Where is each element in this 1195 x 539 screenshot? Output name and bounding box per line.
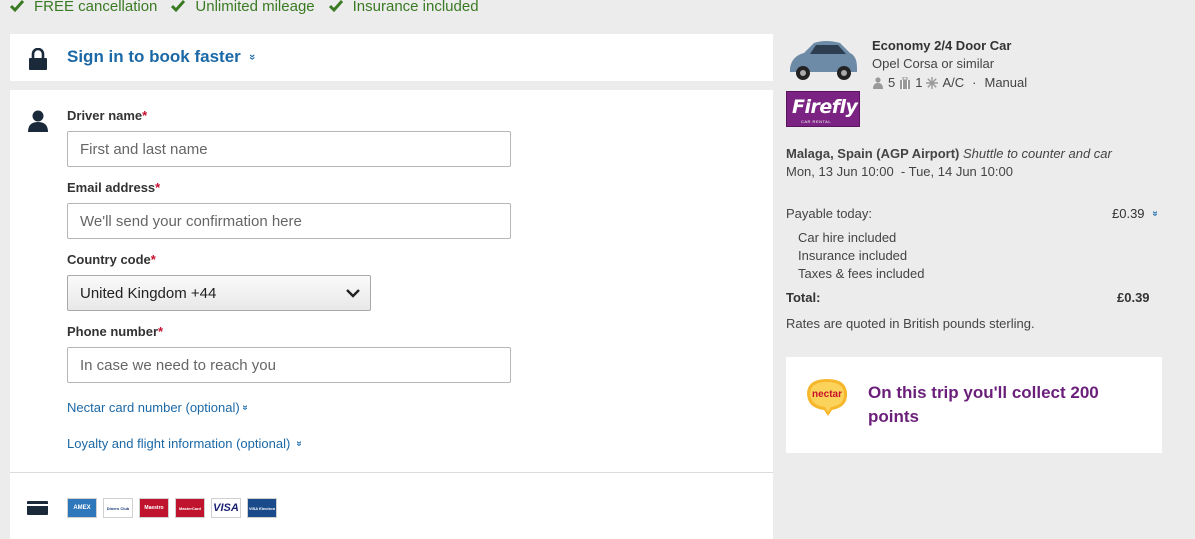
check-icon: [171, 0, 186, 13]
required-marker: *: [150, 252, 156, 267]
location-name: Malaga, Spain (AGP Airport): [786, 146, 960, 161]
benefits-strip: FREE cancellation Unlimited mileage Insu…: [10, 0, 479, 16]
included-item: Car hire included: [798, 230, 897, 245]
payable-today-label: Payable today:: [786, 206, 873, 221]
card-label: AMEX: [73, 505, 91, 511]
required-marker: *: [155, 180, 161, 195]
card-label: Maestro: [144, 505, 164, 511]
pickup-location: Malaga, Spain (AGP Airport) Shuttle to c…: [786, 146, 1112, 161]
supplier-tag: CAR RENTAL: [801, 119, 832, 124]
lock-icon: [29, 48, 47, 70]
phone-label-text: Phone number: [67, 324, 159, 339]
accepted-cards: AMEX Diners Club Maestro MasterCard VISA…: [67, 498, 277, 518]
card-label: VISA Electron: [248, 505, 276, 511]
check-icon: [10, 0, 24, 13]
email-input[interactable]: [67, 203, 511, 239]
firefly-logo: Firefly CAR RENTAL: [786, 91, 860, 127]
car-image: [790, 41, 857, 80]
included-item: Insurance included: [798, 248, 908, 263]
car-title: Economy 2/4 Door Car: [872, 38, 1012, 53]
visa-electron-icon: VISA Electron: [247, 498, 277, 518]
separator: ·: [972, 75, 977, 90]
card-label: VISA: [213, 502, 239, 514]
maestro-icon: Maestro: [139, 498, 169, 518]
car-model: Opel Corsa or similar: [872, 56, 995, 71]
email-label: Email address*: [67, 180, 160, 195]
car-features: 5 1 A/C · Manual: [872, 75, 1027, 90]
payable-today-value: £0.39: [1112, 206, 1145, 221]
country-code-label-text: Country code: [67, 252, 151, 267]
supplier-name: Firefly: [792, 96, 858, 118]
phone-input[interactable]: [67, 347, 511, 383]
driver-name-label-text: Driver name: [67, 108, 143, 123]
transmission-label: Manual: [984, 75, 1028, 90]
snowflake-icon: [926, 76, 939, 89]
country-code-value: United Kingdom +44: [80, 284, 217, 302]
diners-club-icon: Diners Club: [103, 498, 133, 518]
required-marker: *: [142, 108, 148, 123]
ac-label: A/C: [942, 75, 965, 90]
double-chevron-down-icon: »: [293, 440, 305, 447]
amex-icon: AMEX: [67, 498, 97, 518]
country-code-select[interactable]: United Kingdom +44: [67, 275, 371, 311]
nectar-card-link[interactable]: Nectar card number (optional)»: [67, 400, 250, 415]
passenger-icon: [873, 76, 883, 89]
passenger-count: 5: [888, 75, 896, 90]
double-chevron-down-icon: »: [238, 404, 250, 411]
visa-icon: VISA: [211, 498, 241, 518]
credit-card-icon: [27, 501, 48, 515]
loyalty-link[interactable]: Loyalty and flight information (optional…: [67, 436, 305, 451]
benefit-label: Insurance included: [352, 0, 479, 15]
signin-panel[interactable]: Sign in to book faster »: [10, 34, 773, 81]
signin-link[interactable]: Sign in to book faster »: [67, 47, 258, 67]
card-label: MasterCard: [178, 505, 201, 511]
driver-name-label: Driver name*: [67, 108, 147, 123]
nectar-logo: nectar: [807, 379, 848, 416]
rental-dates: Mon, 13 Jun 10:00 - Tue, 14 Jun 10:00: [786, 164, 1013, 179]
driver-name-input[interactable]: [67, 131, 511, 167]
driver-form-panel: Driver name* Email address* Country code…: [10, 90, 773, 539]
double-chevron-down-icon: »: [245, 53, 258, 61]
benefit-label: FREE cancellation: [34, 0, 158, 15]
benefit-free-cancellation: FREE cancellation: [10, 0, 157, 15]
required-marker: *: [158, 324, 164, 339]
luggage-icon: [900, 76, 911, 89]
loyalty-link-label: Loyalty and flight information (optional…: [67, 436, 291, 451]
included-item: Taxes & fees included: [798, 266, 925, 281]
person-icon: [28, 110, 48, 132]
divider: [10, 472, 773, 473]
email-label-text: Email address: [67, 180, 156, 195]
country-code-label: Country code*: [67, 252, 156, 267]
benefit-label: Unlimited mileage: [195, 0, 315, 15]
signin-label: Sign in to book faster: [67, 47, 241, 66]
nectar-points-box: nectar On this trip you'll collect 200 p…: [786, 357, 1162, 453]
check-icon: [328, 0, 343, 13]
nectar-card-link-label: Nectar card number (optional): [67, 400, 240, 415]
benefit-unlimited-mileage: Unlimited mileage: [171, 0, 315, 15]
luggage-count: 1: [915, 75, 923, 90]
chevron-down-icon: [346, 289, 360, 298]
nectar-message: On this trip you'll collect 200 points: [868, 383, 1099, 426]
shuttle-note: Shuttle to counter and car: [962, 146, 1112, 161]
total-value: £0.39: [1117, 290, 1150, 305]
nectar-logo-text: nectar: [812, 389, 842, 400]
phone-label: Phone number*: [67, 324, 163, 339]
card-label: Diners Club: [106, 505, 130, 511]
benefit-insurance-included: Insurance included: [328, 0, 479, 15]
currency-note: Rates are quoted in British pounds sterl…: [786, 316, 1035, 331]
mastercard-icon: MasterCard: [175, 498, 205, 518]
price-breakdown-toggle[interactable]: »: [1149, 211, 1160, 217]
total-label: Total:: [786, 290, 821, 305]
